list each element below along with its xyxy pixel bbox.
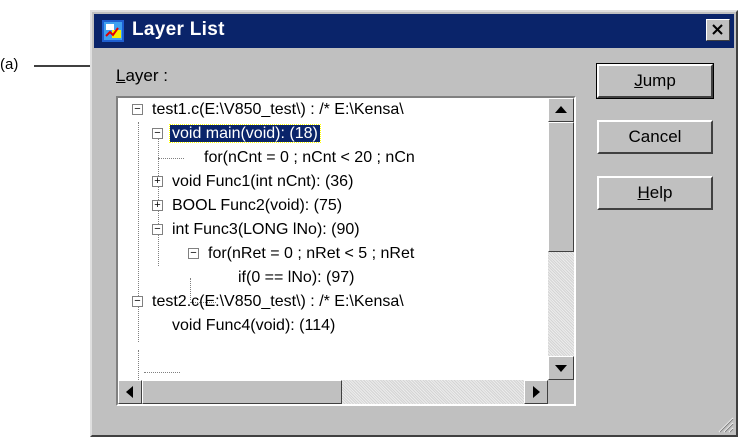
jump-mnemonic: J <box>634 71 643 90</box>
tree-item[interactable]: − void main(void): (18) <box>144 122 321 146</box>
annotation-label: (a) <box>0 56 19 73</box>
resize-grip-icon[interactable] <box>716 415 734 433</box>
collapse-icon[interactable]: − <box>132 296 143 307</box>
layer-list-dialog: Layer List Layer : − test1.c(E:\V850_tes… <box>90 10 738 437</box>
jump-button[interactable]: Jump <box>596 63 714 99</box>
tree-item[interactable]: − for(nRet = 0 ; nRet < 5 ; nRet <box>180 242 416 266</box>
scroll-left-icon <box>126 386 133 398</box>
tree-item-label: if(0 == lNo): (97) <box>238 269 355 286</box>
scroll-right-button[interactable] <box>524 380 548 404</box>
layer-label: Layer : <box>116 66 168 86</box>
tree-content: − test1.c(E:\V850_test\) : /* E:\Kensa\ … <box>118 98 548 380</box>
jump-label: ump <box>642 71 676 90</box>
tree-item-label: void Func4(void): (114) <box>172 317 336 334</box>
help-mnemonic: H <box>637 183 650 202</box>
window-app-icon <box>102 20 124 42</box>
tree-item[interactable]: − test2.c(E:\V850_test\) : /* E:\Kensa\ <box>122 290 406 314</box>
help-button[interactable]: Help <box>597 176 713 210</box>
scroll-down-button[interactable] <box>548 356 574 380</box>
cancel-button[interactable]: Cancel <box>597 120 713 154</box>
collapse-icon[interactable]: − <box>152 128 163 139</box>
tree-item-label: for(nRet = 0 ; nRet < 5 ; nRet <box>208 245 415 262</box>
expand-icon[interactable]: + <box>152 200 163 211</box>
tree-item-label-selected: void main(void): (18) <box>169 124 321 143</box>
horizontal-scrollbar[interactable] <box>118 380 548 404</box>
window-title: Layer List <box>132 19 225 40</box>
tree-item[interactable]: − test1.c(E:\V850_test\) : /* E:\Kensa\ <box>122 98 406 122</box>
collapse-icon[interactable]: − <box>152 224 163 235</box>
tree-item[interactable]: if(0 == lNo): (97) <box>216 266 356 290</box>
tree-item-label: test2.c(E:\V850_test\) : /* E:\Kensa\ <box>152 293 404 310</box>
scroll-left-button[interactable] <box>118 380 142 404</box>
vertical-scroll-thumb[interactable] <box>548 122 574 252</box>
tree-item-label: for(nCnt = 0 ; nCnt < 20 ; nCn <box>204 149 415 166</box>
title-bar[interactable]: Layer List <box>94 14 734 48</box>
tree-item-label: test1.c(E:\V850_test\) : /* E:\Kensa\ <box>152 101 404 118</box>
layer-label-text: ayer : <box>125 66 168 85</box>
tree-item-label: int Func3(LONG lNo): (90) <box>172 221 360 238</box>
layer-tree-view[interactable]: − test1.c(E:\V850_test\) : /* E:\Kensa\ … <box>116 96 576 406</box>
tree-item[interactable]: − int Func3(LONG lNo): (90) <box>144 218 362 242</box>
scrollbar-corner <box>548 380 574 404</box>
close-button[interactable] <box>706 19 730 41</box>
scroll-up-icon <box>555 106 567 113</box>
tree-item[interactable]: for(nCnt = 0 ; nCnt < 20 ; nCn <box>182 146 417 170</box>
help-label: elp <box>649 183 673 202</box>
scroll-up-button[interactable] <box>548 98 574 122</box>
scroll-right-icon <box>533 386 540 398</box>
tree-item-label: void Func1(int nCnt): (36) <box>172 173 354 190</box>
scroll-down-icon <box>555 365 567 372</box>
expand-icon[interactable]: + <box>152 176 163 187</box>
tree-item-label: BOOL Func2(void): (75) <box>172 197 343 214</box>
horizontal-scroll-thumb[interactable] <box>142 380 342 404</box>
tree-item[interactable]: + BOOL Func2(void): (75) <box>144 194 344 218</box>
collapse-icon[interactable]: − <box>188 248 199 259</box>
collapse-icon[interactable]: − <box>132 104 143 115</box>
vertical-scrollbar[interactable] <box>548 98 574 380</box>
tree-item[interactable]: void Func4(void): (114) <box>144 314 337 338</box>
tree-item[interactable]: + void Func1(int nCnt): (36) <box>144 170 355 194</box>
close-icon <box>712 24 723 35</box>
